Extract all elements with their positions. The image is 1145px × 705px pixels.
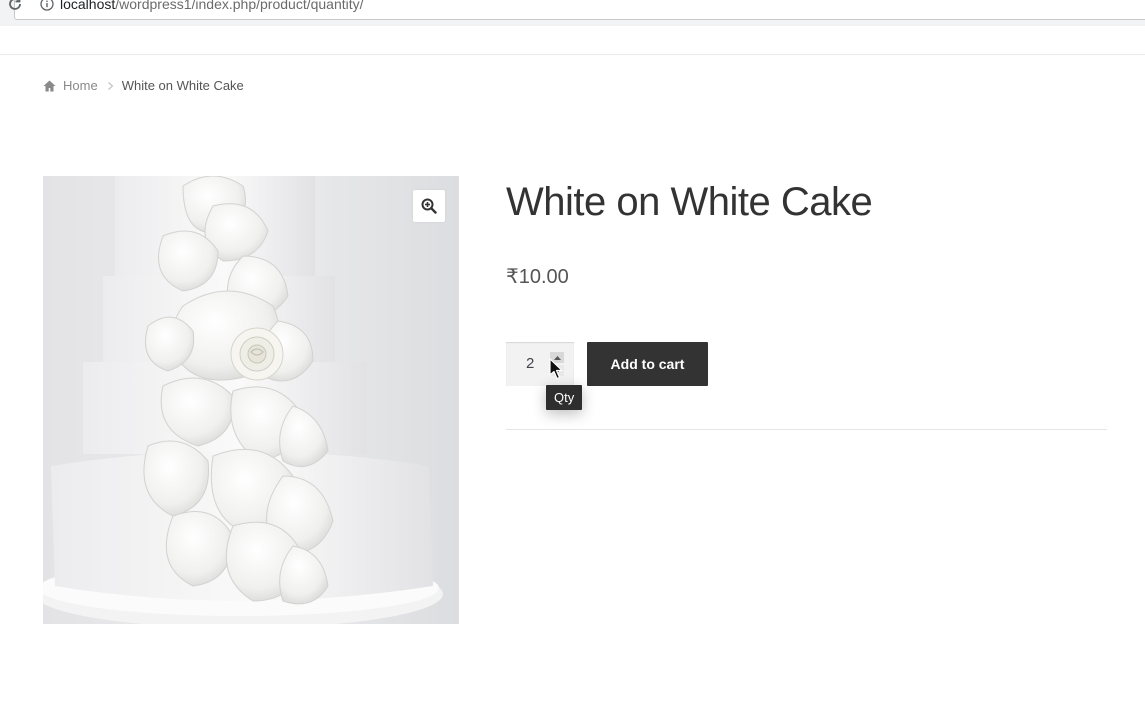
- product-price: ₹10.00: [506, 266, 569, 288]
- header-divider: [0, 54, 1145, 55]
- zoom-button[interactable]: [413, 190, 445, 222]
- quantity-stepper[interactable]: 2: [506, 342, 574, 386]
- breadcrumb-current: White on White Cake: [121, 78, 244, 93]
- home-icon: [43, 80, 56, 92]
- url-host: localhost: [60, 0, 116, 12]
- info-icon[interactable]: [40, 0, 54, 11]
- quantity-tooltip: Qty: [546, 385, 583, 410]
- add-to-cart-button[interactable]: Add to cart: [587, 342, 708, 386]
- product-title: White on White Cake: [506, 180, 873, 224]
- form-divider: [506, 429, 1107, 430]
- breadcrumb: Home White on White Cake: [43, 78, 244, 94]
- reload-icon[interactable]: [7, 0, 23, 12]
- product-gallery[interactable]: [43, 176, 459, 624]
- add-to-cart-form: 2 Add to cart Qty: [506, 342, 1107, 430]
- zoom-in-icon: [421, 198, 437, 214]
- url-field[interactable]: localhost/wordpress1/index.php/product/q…: [9, 0, 1145, 20]
- quantity-value: 2: [526, 355, 535, 372]
- url-path: /wordpress1/index.php/product/quantity/: [115, 0, 364, 12]
- mouse-cursor-icon: [549, 358, 563, 380]
- breadcrumb-home-link[interactable]: Home: [63, 78, 98, 94]
- chevron-right-icon: [107, 82, 114, 90]
- url-text[interactable]: localhost/wordpress1/index.php/product/q…: [60, 0, 364, 13]
- cake-image[interactable]: [43, 176, 459, 624]
- browser-address-bar: localhost/wordpress1/index.php/product/q…: [0, 0, 1145, 26]
